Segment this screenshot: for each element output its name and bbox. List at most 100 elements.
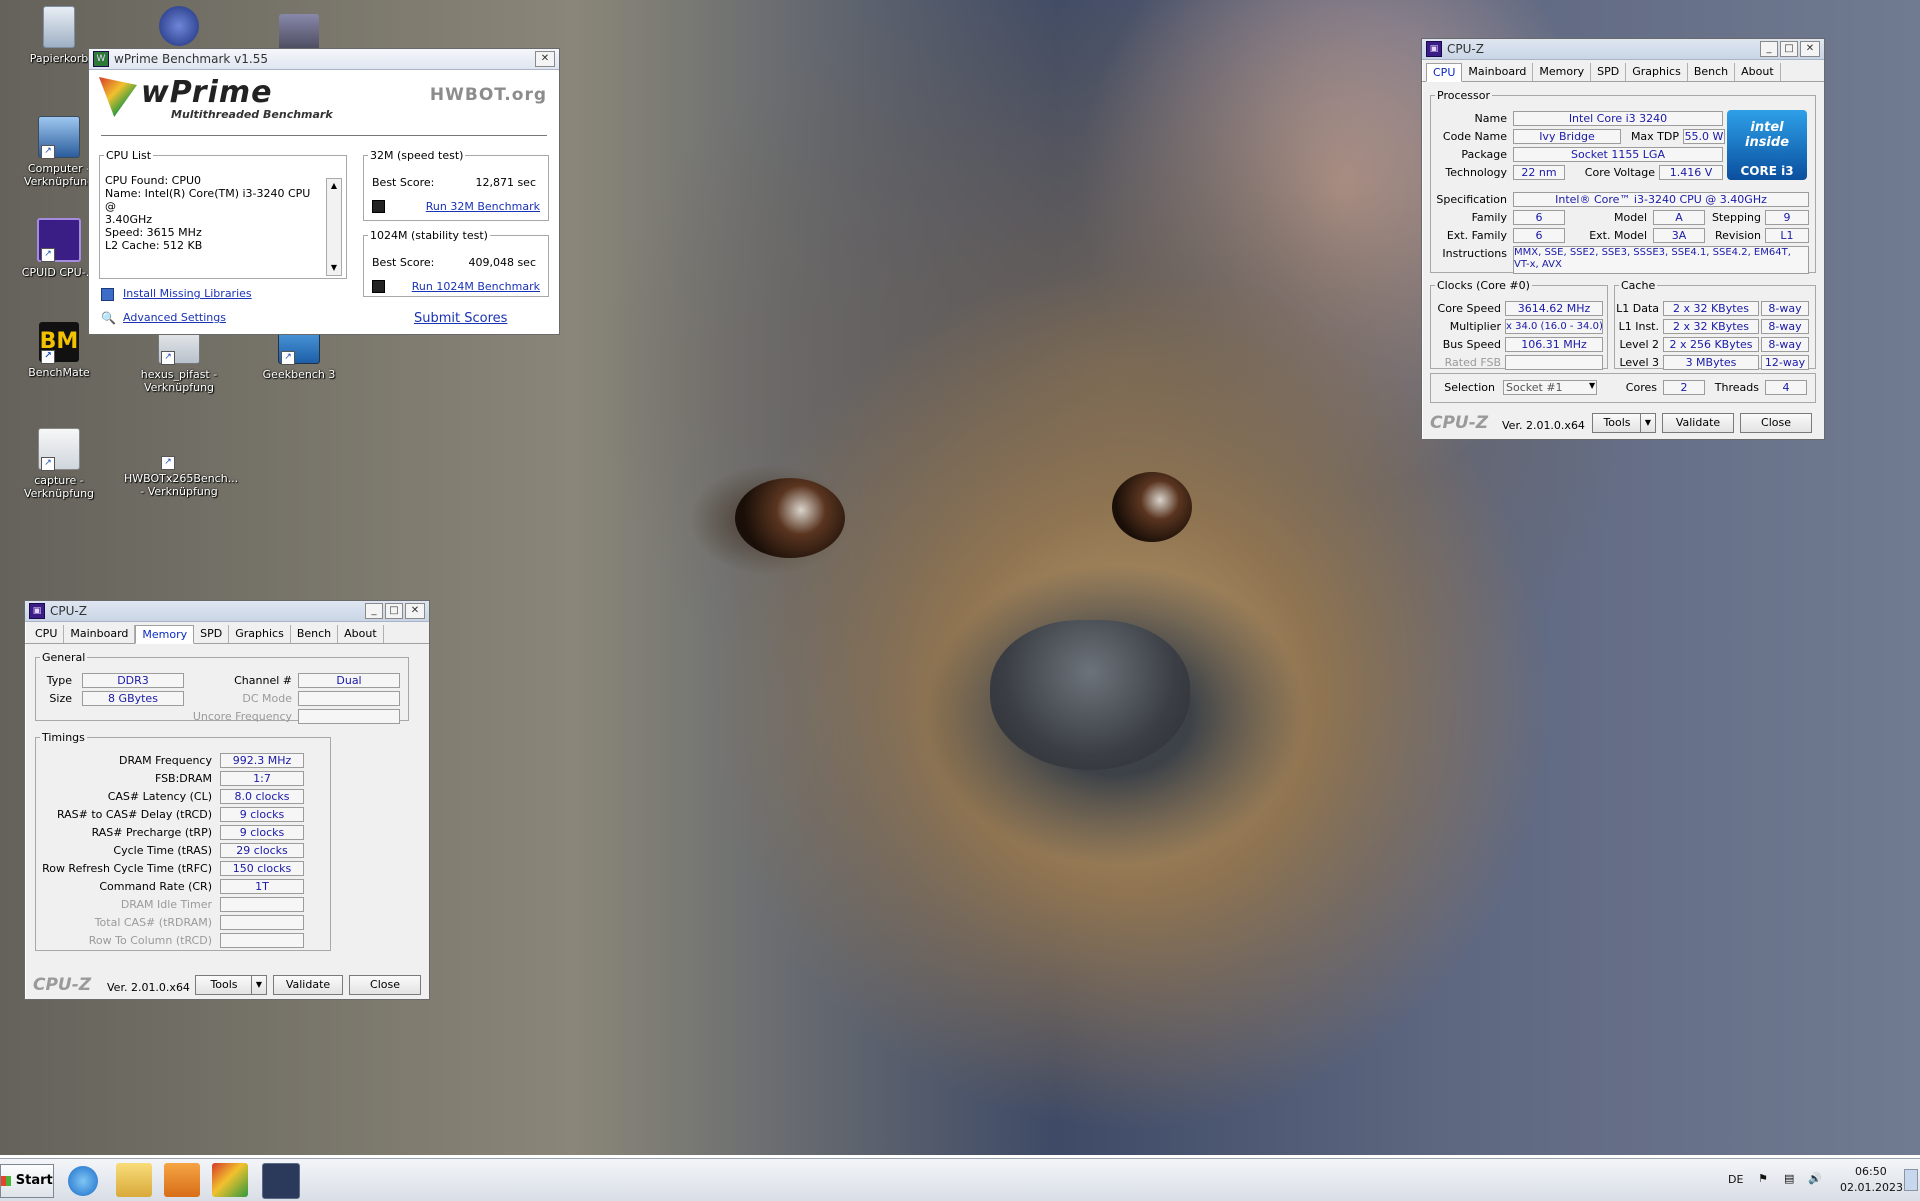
cache-row-way: 8-way — [1761, 301, 1809, 316]
family-value: 6 — [1513, 210, 1565, 225]
clock-time[interactable]: 06:50 — [1855, 1165, 1887, 1178]
install-missing-libraries-link[interactable]: Install Missing Libraries — [123, 287, 252, 300]
desktop-icon-label: Papierkorb — [29, 52, 89, 65]
ext-family-label: Ext. Family — [1446, 229, 1507, 242]
threads-label: Threads — [1714, 381, 1759, 394]
chevron-down-icon[interactable]: ▼ — [1589, 381, 1595, 390]
channel-label: Channel # — [234, 674, 292, 687]
hwbot-x265-icon: ↗ — [159, 428, 199, 470]
show-desktop-button[interactable] — [1904, 1169, 1918, 1191]
cpu-list-scrollbar[interactable]: ▲ ▼ — [326, 178, 342, 276]
tab-mainboard[interactable]: Mainboard — [64, 625, 136, 643]
cpuz-cpu-title: CPU-Z — [1447, 42, 1484, 56]
tab-memory[interactable]: Memory — [135, 625, 195, 644]
processor-legend: Processor — [1437, 89, 1490, 102]
tools-button[interactable]: Tools — [195, 975, 253, 995]
close-icon[interactable]: ✕ — [1800, 41, 1820, 57]
specification-label: Specification — [1436, 193, 1507, 206]
wprime-logo-mark-icon — [99, 77, 137, 117]
codename-label: Code Name — [1442, 130, 1507, 143]
validate-button[interactable]: Validate — [1662, 413, 1734, 433]
maximize-icon[interactable]: □ — [385, 603, 403, 619]
tab-memory[interactable]: Memory — [1533, 63, 1592, 81]
tab-about[interactable]: About — [338, 625, 384, 643]
start-button[interactable]: Start — [0, 1164, 54, 1198]
tools-dropdown-button[interactable]: ▼ — [251, 975, 267, 995]
desktop-icon-label: capture - Verknüpfung — [23, 474, 95, 500]
taskbar-file-explorer-icon[interactable] — [116, 1163, 152, 1197]
tools-button[interactable]: Tools — [1592, 413, 1642, 433]
selection-dropdown[interactable]: Socket #1 — [1503, 380, 1597, 395]
taskbar-internet-explorer-icon[interactable] — [68, 1166, 98, 1196]
advanced-settings-link[interactable]: Advanced Settings — [123, 311, 226, 324]
tab-graphics[interactable]: Graphics — [1626, 63, 1688, 81]
core-speed-value: 3614.62 MHz — [1505, 301, 1603, 316]
desktop-icon-partial-top[interactable] — [124, 6, 234, 50]
cache-row-way: 12-way — [1761, 355, 1809, 370]
cache-row-way: 8-way — [1761, 319, 1809, 334]
core-voltage-label: Core Voltage — [1584, 166, 1655, 179]
taskbar-media-player-icon[interactable] — [164, 1163, 200, 1197]
shortcut-arrow-icon: ↗ — [41, 145, 55, 159]
volume-icon[interactable]: 🔊 — [1808, 1172, 1822, 1185]
minimize-icon[interactable]: _ — [1760, 41, 1778, 57]
wprime-app-icon: W — [93, 51, 109, 67]
timing-value — [220, 897, 304, 912]
tab-graphics[interactable]: Graphics — [229, 625, 291, 643]
action-center-flag-icon[interactable]: ⚑ — [1758, 1172, 1768, 1185]
desktop-icon-capture[interactable]: ↗ capture - Verknüpfung — [4, 428, 114, 500]
speed-test-legend: 32M (speed test) — [370, 149, 464, 162]
wprime-window: W wPrime Benchmark v1.55 ✕ wPrime Multit… — [88, 48, 560, 335]
tab-spd[interactable]: SPD — [194, 625, 230, 643]
tab-mainboard[interactable]: Mainboard — [1462, 63, 1534, 81]
clock-date[interactable]: 02.01.2023 — [1840, 1181, 1903, 1194]
shortcut-arrow-icon: ↗ — [281, 351, 295, 365]
validate-button[interactable]: Validate — [273, 975, 343, 995]
shortcut-arrow-icon: ↗ — [41, 350, 55, 364]
wallpaper-dog-eye-right — [1112, 472, 1192, 542]
close-button[interactable]: Close — [349, 975, 421, 995]
taskbar-cpuz-icon[interactable] — [262, 1163, 300, 1199]
bus-speed-label: Bus Speed — [1442, 338, 1501, 351]
close-icon[interactable]: ✕ — [405, 603, 425, 619]
cpu-list-box[interactable]: CPU Found: CPU0 Name: Intel(R) Core(TM) … — [105, 174, 323, 274]
cpuz-cpu-titlebar[interactable]: ▣ CPU-Z _ □ ✕ — [1422, 39, 1824, 60]
network-icon[interactable]: ▤ — [1784, 1172, 1794, 1185]
close-icon[interactable]: ✕ — [535, 51, 555, 67]
cpuz-memory-titlebar[interactable]: ▣ CPU-Z _ □ ✕ — [25, 601, 429, 622]
stepping-label: Stepping — [1711, 211, 1761, 224]
core-speed-label: Core Speed — [1437, 302, 1501, 315]
scroll-down-icon[interactable]: ▼ — [327, 261, 341, 275]
wprime-divider — [101, 135, 547, 136]
tab-bench[interactable]: Bench — [1688, 63, 1736, 81]
tab-spd[interactable]: SPD — [1591, 63, 1627, 81]
run-32m-benchmark-link[interactable]: Run 32M Benchmark — [426, 200, 540, 213]
close-button[interactable]: Close — [1740, 413, 1812, 433]
timing-value: 1:7 — [220, 771, 304, 786]
scroll-up-icon[interactable]: ▲ — [327, 179, 341, 193]
cpuz-app-icon: ▣ — [1426, 41, 1442, 57]
minimize-icon[interactable]: _ — [365, 603, 383, 619]
language-indicator[interactable]: DE — [1728, 1173, 1743, 1186]
wprime-titlebar[interactable]: W wPrime Benchmark v1.55 ✕ — [89, 49, 559, 70]
desktop-icon-hwbot-x265[interactable]: ↗ HWBOTx265Bench... - Verknüpfung — [124, 428, 238, 498]
tab-bench[interactable]: Bench — [291, 625, 339, 643]
tools-dropdown-button[interactable]: ▼ — [1640, 413, 1656, 433]
timings-group: Timings DRAM Frequency 992.3 MHz FSB:DRAM 1… — [35, 731, 331, 951]
cache-row-size: 2 x 256 KBytes — [1663, 337, 1759, 352]
tab-cpu[interactable]: CPU — [29, 625, 65, 643]
run-1024m-benchmark-link[interactable]: Run 1024M Benchmark — [412, 280, 540, 293]
tab-cpu[interactable]: CPU — [1426, 63, 1463, 82]
stability-test-legend: 1024M (stability test) — [370, 229, 488, 242]
taskbar-wprime-icon[interactable] — [212, 1163, 248, 1197]
core-i3-text: CORE i3 — [1740, 164, 1794, 178]
tab-about[interactable]: About — [1735, 63, 1781, 81]
submit-scores-link[interactable]: Submit Scores — [414, 311, 507, 326]
cpuz-version: Ver. 2.01.0.x64 — [1502, 419, 1585, 432]
maximize-icon[interactable]: □ — [1780, 41, 1798, 57]
selection-bar: Selection Socket #1 ▼ Cores 2 Threads 4 — [1430, 373, 1816, 403]
shortcut-arrow-icon: ↗ — [161, 456, 175, 470]
hwbot-logo: HWBOT.org — [429, 85, 547, 105]
maxtdp-value: 55.0 W — [1683, 129, 1725, 144]
memory-general-legend: General — [42, 651, 86, 664]
